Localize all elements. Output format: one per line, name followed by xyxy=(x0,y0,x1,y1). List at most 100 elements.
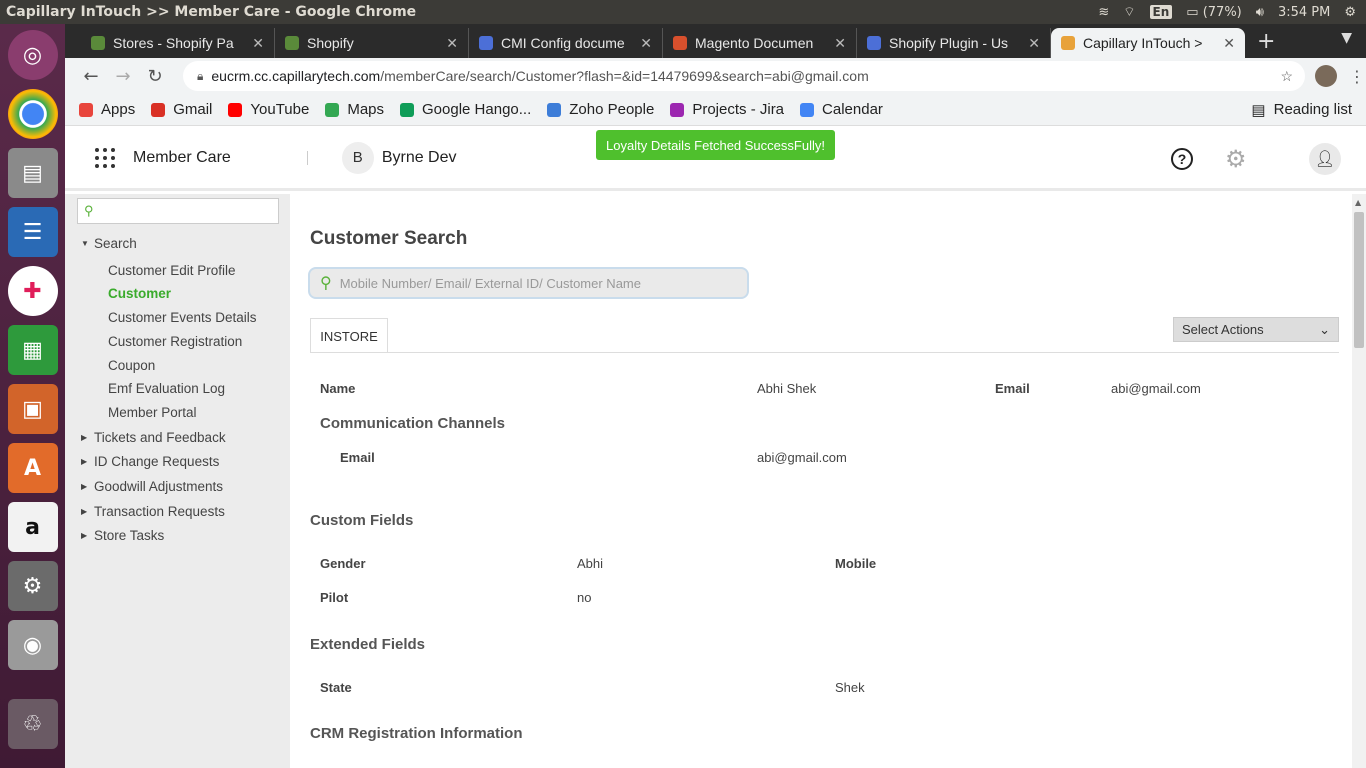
tab-search-icon[interactable]: ▼ xyxy=(1341,30,1352,46)
app-switcher-icon[interactable] xyxy=(95,147,115,168)
slack-icon[interactable]: ✚ xyxy=(7,266,58,316)
sidebar-item-customer[interactable]: Customer xyxy=(108,286,171,301)
system-settings-icon[interactable]: ⚙ xyxy=(7,561,58,611)
org-avatar[interactable]: B xyxy=(341,141,374,174)
bookmark-maps[interactable]: Maps xyxy=(325,101,384,118)
caret-right-icon: ▶ xyxy=(81,433,88,442)
reading-list-icon: ▤ xyxy=(1251,101,1266,119)
bookmark-calendar[interactable]: Calendar xyxy=(800,101,883,118)
close-icon[interactable]: ✕ xyxy=(1223,35,1235,52)
address-bar[interactable]: 🔒︎ eucrm.cc.capillarytech.com/memberCare… xyxy=(183,61,1305,91)
browser-tab[interactable]: Stores - Shopify Pa ✕ xyxy=(81,28,275,58)
sidebar-item-emf-evaluation-log[interactable]: Emf Evaluation Log xyxy=(108,381,225,396)
bookmark-apps[interactable]: Apps xyxy=(79,101,135,118)
close-icon[interactable]: ✕ xyxy=(1028,35,1040,52)
close-icon[interactable]: ✕ xyxy=(640,35,652,52)
pilot-label: Pilot xyxy=(320,590,349,605)
help-icon[interactable]: ? xyxy=(1171,148,1193,170)
chrome-icon[interactable] xyxy=(7,89,58,139)
success-toast: Loyalty Details Fetched SuccessFully! xyxy=(596,130,835,160)
browser-tab-active[interactable]: Capillary InTouch > ✕ xyxy=(1051,28,1245,58)
trash-icon[interactable]: ♲ xyxy=(7,699,58,749)
network-icon[interactable]: ≋ xyxy=(1098,5,1109,20)
apps-grid-icon xyxy=(79,102,93,117)
bookmark-zoho[interactable]: Zoho People xyxy=(547,101,654,118)
battery-indicator[interactable]: ▭ (77%) xyxy=(1186,5,1241,20)
calc-icon[interactable]: ▦ xyxy=(7,325,58,375)
tab-label: Capillary InTouch > xyxy=(1083,35,1203,51)
caret-right-icon: ▶ xyxy=(81,507,88,516)
bookmark-label: Google Hango... xyxy=(422,101,532,118)
zoho-icon xyxy=(547,102,562,117)
jira-icon xyxy=(670,102,685,117)
back-icon[interactable]: ← xyxy=(77,66,105,87)
sidebar-group-goodwill[interactable]: ▶ Goodwill Adjustments xyxy=(81,479,223,494)
new-tab-icon[interactable]: + xyxy=(1257,29,1275,54)
lock-icon: 🔒︎ xyxy=(197,68,204,83)
ubuntu-dash-icon[interactable]: ◎ xyxy=(7,30,58,80)
clock[interactable]: 3:54 PM xyxy=(1278,5,1330,20)
browser-tab[interactable]: CMI Config docume ✕ xyxy=(469,28,663,58)
sidebar-group-transaction[interactable]: ▶ Transaction Requests xyxy=(81,504,225,519)
reload-icon[interactable]: ↻ xyxy=(141,66,169,87)
calendar-icon xyxy=(800,102,815,117)
browser-tab[interactable]: Magento Documen ✕ xyxy=(663,28,857,58)
bookmark-youtube[interactable]: YouTube xyxy=(228,101,309,118)
bookmark-label: Apps xyxy=(101,101,136,118)
system-gear-icon[interactable]: ⚙ xyxy=(1344,5,1356,20)
settings-gear-icon[interactable]: ⚙ xyxy=(1225,145,1247,174)
software-center-icon[interactable]: A xyxy=(7,443,58,493)
sidebar-item-coupon[interactable]: Coupon xyxy=(108,358,155,373)
tab-instore[interactable]: INSTORE xyxy=(310,318,388,353)
battery-icon: ▭ xyxy=(1186,4,1199,20)
gender-label: Gender xyxy=(320,556,366,571)
sidebar-group-store-tasks[interactable]: ▶ Store Tasks xyxy=(81,528,164,543)
sidebar-item-customer-registration[interactable]: Customer Registration xyxy=(108,334,242,349)
writer-icon[interactable]: ☰ xyxy=(7,207,58,257)
close-icon[interactable]: ✕ xyxy=(252,35,264,52)
scroll-up-icon[interactable]: ▲ xyxy=(1355,198,1361,207)
extended-fields-heading: Extended Fields xyxy=(310,636,426,653)
custom-fields-heading: Custom Fields xyxy=(310,512,414,529)
close-icon[interactable]: ✕ xyxy=(446,35,458,52)
close-icon[interactable]: ✕ xyxy=(834,35,846,52)
sidebar-group-search[interactable]: ▼ Search xyxy=(81,236,137,251)
bookmark-hangouts[interactable]: Google Hango... xyxy=(400,101,531,118)
sidebar-item-customer-edit-profile[interactable]: Customer Edit Profile xyxy=(108,263,236,278)
sidebar-item-member-portal[interactable]: Member Portal xyxy=(108,405,197,420)
impress-icon[interactable]: ▣ xyxy=(7,384,58,434)
forward-icon[interactable]: → xyxy=(109,66,137,87)
volume-icon[interactable]: 🔊︎ xyxy=(1256,5,1264,20)
org-name[interactable]: Byrne Dev xyxy=(382,149,457,167)
profile-avatar[interactable] xyxy=(1315,65,1337,87)
customer-search-input[interactable]: ⚲ Mobile Number/ Email/ External ID/ Cus… xyxy=(308,267,749,299)
keyboard-language[interactable]: En xyxy=(1149,5,1173,19)
url-host: eucrm.cc.capillarytech.com xyxy=(211,68,381,84)
bookmark-star-icon[interactable]: ☆ xyxy=(1280,68,1293,85)
camera-icon[interactable]: ◉ xyxy=(7,620,58,670)
sidebar-group-label: Store Tasks xyxy=(94,528,165,543)
amazon-icon[interactable]: a xyxy=(7,502,58,552)
sidebar-group-tickets[interactable]: ▶ Tickets and Feedback xyxy=(81,430,226,445)
reading-list-button[interactable]: ▤ Reading list xyxy=(1251,101,1352,119)
hangouts-icon xyxy=(400,102,415,117)
scrollbar-thumb[interactable] xyxy=(1354,212,1364,348)
wifi-icon[interactable]: ⌔ xyxy=(1123,4,1135,20)
sidebar-group-id-change[interactable]: ▶ ID Change Requests xyxy=(81,454,219,469)
sidebar-search-input[interactable]: ⚲ xyxy=(77,198,279,224)
user-avatar-icon[interactable]: 👤︎ xyxy=(1309,143,1341,175)
select-actions-label: Select Actions xyxy=(1182,322,1264,337)
browser-tab[interactable]: Shopify Plugin - Us ✕ xyxy=(857,28,1051,58)
bookmark-jira[interactable]: Projects - Jira xyxy=(670,101,784,118)
page-scrollbar[interactable]: ▲ xyxy=(1352,194,1366,768)
files-icon[interactable]: ▤ xyxy=(7,148,58,198)
select-actions-dropdown[interactable]: Select Actions ⌄ xyxy=(1173,317,1339,342)
name-value: Abhi Shek xyxy=(757,381,817,396)
bookmark-gmail[interactable]: Gmail xyxy=(151,101,212,118)
browser-tab[interactable]: Shopify ✕ xyxy=(275,28,469,58)
sidebar-item-customer-events-details[interactable]: Customer Events Details xyxy=(108,310,257,325)
tab-strip: Stores - Shopify Pa ✕ Shopify ✕ CMI Config… xyxy=(65,24,1366,58)
menu-kebab-icon[interactable]: ⋮ xyxy=(1349,67,1365,86)
pilot-value: no xyxy=(577,590,592,605)
sidebar-group-label: Tickets and Feedback xyxy=(94,430,226,445)
